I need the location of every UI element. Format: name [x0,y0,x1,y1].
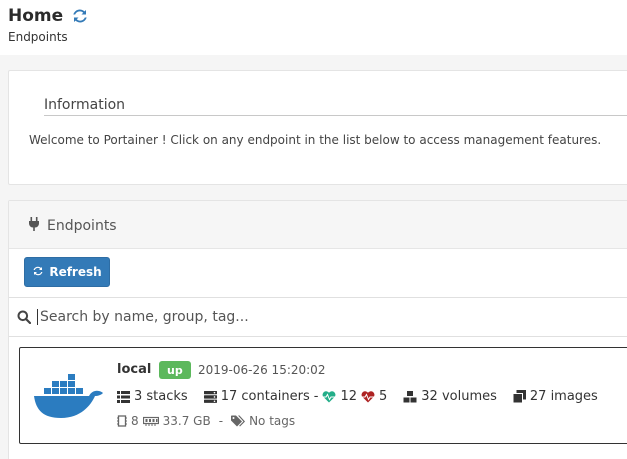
endpoints-title: Endpoints [28,217,117,235]
endpoint-meta: 8 33.7 GB - No tags [117,414,295,428]
refresh-button[interactable]: Refresh [24,257,110,287]
plug-icon [28,217,40,235]
page-header: Home Endpoints [0,0,627,55]
volumes-stat: 32 volumes [403,389,497,404]
search-icon [17,310,31,324]
endpoint-name: local [117,362,152,377]
memory-size: 33.7 GB [162,414,211,428]
clone-icon [512,390,526,403]
refresh-button-label: Refresh [49,265,102,279]
meta-separator: - [218,414,224,428]
endpoints-panel-header: Endpoints [9,201,627,249]
page-title-text: Home [8,6,64,26]
endpoint-date: 2019-06-26 15:20:02 [198,363,326,377]
cubes-icon [403,390,417,403]
information-title: Information [44,97,627,116]
heartbeat-unhealthy-icon [361,390,375,403]
stacks-count: 3 stacks [134,389,188,404]
refresh-button-icon [32,265,44,280]
cpu-icon [117,415,127,427]
stacks-stat: 3 stacks [117,389,188,404]
endpoint-item-local[interactable]: local up 2019-06-26 15:20:02 3 stacks 17… [19,347,627,444]
memory-icon [142,416,159,426]
page-title: Home [8,6,89,26]
breadcrumb: Endpoints [8,30,68,44]
tags-icon [231,415,246,427]
unhealthy-count: 5 [379,389,388,404]
status-badge: up [159,361,191,379]
containers-stat: 17 containers - 12 5 [203,389,388,404]
search-bar [9,297,627,337]
tags-label: No tags [249,414,296,428]
images-count: 27 images [529,389,598,404]
information-panel: Information Welcome to Portainer ! Click… [8,70,627,185]
stats-separator: - [313,389,319,404]
refresh-icon[interactable] [71,7,89,25]
cpu-count: 8 [131,414,139,428]
search-input[interactable] [37,309,597,325]
images-stat: 27 images [512,389,598,404]
endpoints-panel: Endpoints Refresh Search by name, group,… [8,200,627,459]
volumes-count: 32 volumes [421,389,497,404]
endpoints-title-text: Endpoints [47,218,117,234]
server-icon [203,390,217,403]
list-icon [117,390,130,403]
information-message: Welcome to Portainer ! Click on any endp… [29,133,602,147]
docker-logo-icon [32,368,104,426]
heartbeat-healthy-icon [322,390,336,403]
containers-count: 17 containers [220,389,310,404]
endpoint-stats: 3 stacks 17 containers - 12 5 32 volumes… [117,389,598,404]
healthy-count: 12 [340,389,357,404]
